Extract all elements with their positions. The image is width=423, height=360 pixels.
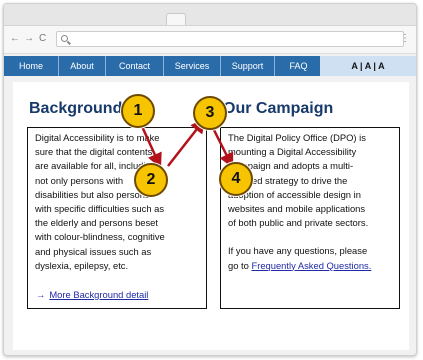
campaign-line: Campaign and adopts a multi- <box>228 160 354 172</box>
arrow-right-icon: → <box>36 288 46 300</box>
step-marker-1: 1 <box>121 94 155 128</box>
question-lead: go to <box>228 259 252 271</box>
campaign-line: The Digital Policy Office (DPO) is <box>228 132 366 143</box>
step-marker-2: 2 <box>134 163 168 197</box>
background-heading: Background <box>29 100 123 117</box>
campaign-line: mounting a Digital Accessibility <box>228 146 357 158</box>
nav-item-about[interactable]: About <box>59 56 106 76</box>
back-icon[interactable]: ← <box>10 32 20 46</box>
question-line: go to Frequently Asked Questions. <box>228 259 392 273</box>
background-line: and physical issues such as <box>35 245 152 257</box>
background-line: with specific difficulties such as <box>35 203 165 215</box>
step-marker-3: 3 <box>193 96 227 130</box>
campaign-line: of both public and private sectors. <box>228 217 369 229</box>
menu-icon[interactable]: ⋮ <box>400 33 410 45</box>
forward-icon[interactable]: → <box>24 32 34 46</box>
background-line: dyslexia, epilepsy, etc. <box>35 259 129 271</box>
more-background-label[interactable]: More Background detail <box>49 289 148 300</box>
nav-item-faq[interactable]: FAQ <box>275 56 323 76</box>
campaign-heading: Our Campaign <box>223 100 334 117</box>
browser-window: ← → C ⋮ Home About Contact Services Supp… <box>3 3 417 356</box>
background-line: sure that the digital contents <box>35 146 153 158</box>
faq-link[interactable]: Frequently Asked Questions. <box>251 260 371 271</box>
more-background-link[interactable]: → More Background detail <box>36 288 148 302</box>
campaign-panel: The Digital Policy Office (DPO) is mount… <box>220 127 400 309</box>
main-navigation: Home About Contact Services Support FAQ … <box>4 56 416 76</box>
font-size-control[interactable]: A | A | A <box>320 56 416 76</box>
campaign-line: websites and mobile applications <box>228 203 366 215</box>
nav-item-services[interactable]: Services <box>164 56 221 76</box>
background-line: not only persons with <box>35 174 124 186</box>
campaign-line: adoption of accessible design in <box>228 188 361 200</box>
background-line: Digital Accessibility is to make <box>35 132 160 143</box>
background-line: with colour-blindness, cognitive <box>35 231 165 243</box>
background-line: are available for all, including <box>35 159 199 173</box>
browser-toolbar: ← → C ⋮ <box>4 26 416 54</box>
nav-item-home[interactable]: Home <box>4 56 59 76</box>
nav-item-contact[interactable]: Contact <box>106 56 164 76</box>
question-line: If you have any questions, please <box>228 245 368 257</box>
background-line: the elderly and persons beset <box>35 217 158 229</box>
background-panel: Digital Accessibility is to make sure th… <box>27 127 207 309</box>
reload-icon[interactable]: C <box>39 32 46 46</box>
step-marker-4: 4 <box>219 162 253 196</box>
search-icon <box>61 35 68 42</box>
background-line: disabilities but also persons <box>35 188 150 200</box>
address-bar[interactable] <box>56 31 404 47</box>
nav-item-support[interactable]: Support <box>221 56 275 76</box>
new-tab-button[interactable] <box>166 13 186 25</box>
tab-strip <box>4 4 416 26</box>
